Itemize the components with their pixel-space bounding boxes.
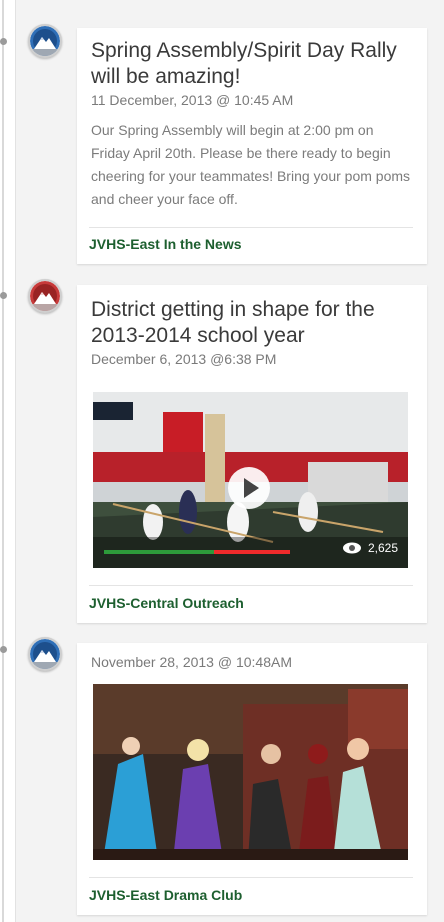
school-logo-avatar[interactable]: [28, 637, 62, 671]
timeline-dot: [0, 292, 7, 299]
post-source-link[interactable]: JVHS-Central Outreach: [89, 595, 413, 611]
post-date: December 6, 2013 @6:38 PM: [91, 351, 277, 367]
post-photo[interactable]: [93, 684, 408, 860]
post-card[interactable]: November 28, 2013 @ 10:48AM JVHS-East Dr…: [77, 643, 427, 915]
card-divider: [89, 877, 413, 878]
play-icon[interactable]: [228, 467, 270, 509]
mountain-logo-icon: [30, 639, 60, 669]
timeline-dot: [0, 646, 7, 653]
timeline-line: [2, 0, 4, 922]
post-title[interactable]: Spring Assembly/Spirit Day Rally will be…: [91, 38, 413, 90]
eye-icon: [342, 542, 361, 554]
post-body: Our Spring Assembly will begin at 2:00 p…: [91, 122, 411, 207]
video-player[interactable]: 2,625: [93, 392, 408, 568]
drama-club-photo: [93, 684, 408, 860]
post-source-link[interactable]: JVHS-East Drama Club: [89, 887, 413, 903]
mountain-logo-icon: [30, 26, 60, 56]
school-logo-avatar[interactable]: [28, 24, 62, 58]
timeline-dot: [0, 38, 7, 45]
card-divider: [89, 227, 413, 228]
view-count-value: 2,625: [367, 541, 398, 555]
mountain-logo-icon: [30, 281, 60, 311]
post-title[interactable]: District getting in shape for the 2013-2…: [91, 297, 413, 349]
card-divider: [89, 585, 413, 586]
school-logo-avatar[interactable]: [28, 279, 62, 313]
post-card[interactable]: Spring Assembly/Spirit Day Rally will be…: [77, 28, 427, 264]
post-card[interactable]: District getting in shape for the 2013-2…: [77, 285, 427, 623]
video-progress-bar[interactable]: [104, 550, 290, 554]
post-source-link[interactable]: JVHS-East In the News: [89, 236, 413, 252]
post-date: 11 December, 2013 @ 10:45 AM: [91, 92, 294, 108]
view-count: 2,625: [342, 541, 398, 555]
post-date: November 28, 2013 @ 10:48AM: [91, 654, 292, 670]
video-progress-watched: [104, 550, 214, 554]
